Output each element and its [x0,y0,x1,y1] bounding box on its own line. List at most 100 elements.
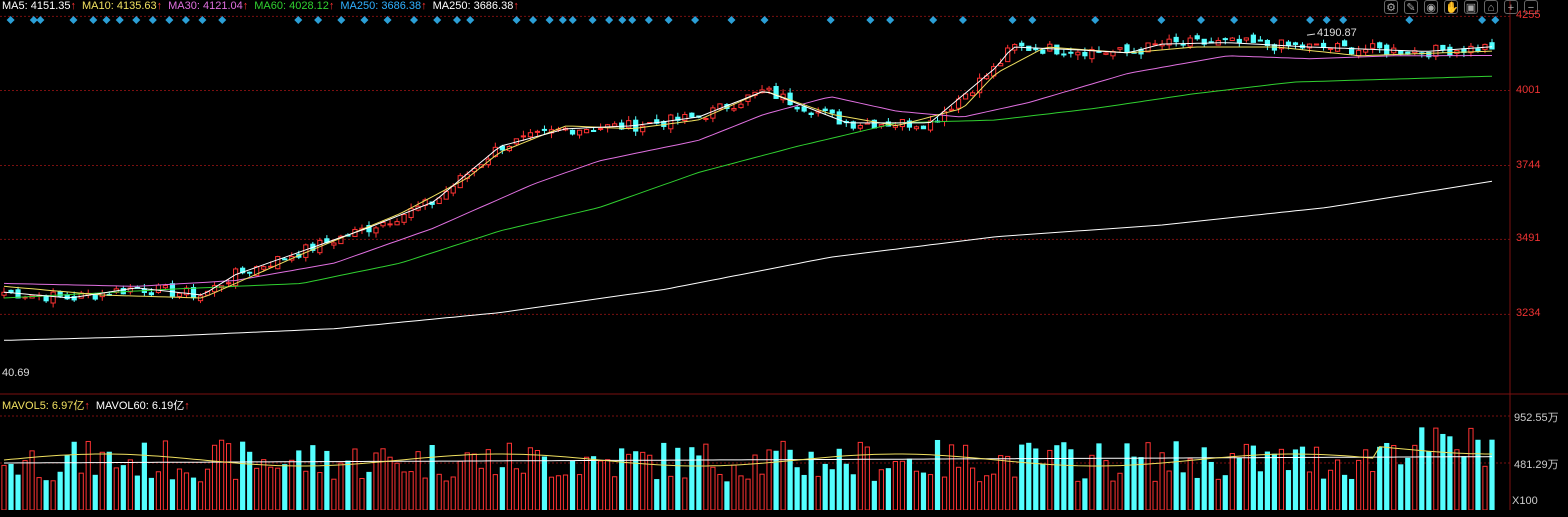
candle-body [822,108,828,112]
eye-icon[interactable]: ◉ [1424,0,1438,14]
pen-icon[interactable]: ✎ [1404,0,1418,14]
volume-bar [15,474,21,511]
volume-bar [1398,464,1404,511]
volume-bar [689,447,695,511]
signal-marker [198,16,207,24]
bottom-status-strip [0,510,1568,517]
ma-legend: MA5: 4151.35↑ MA10: 4135.63↑ MA30: 4121.04… [2,0,525,12]
candle-body [1250,34,1256,43]
volume-bar [8,463,14,511]
volume-bar [871,480,877,511]
candle-body [1124,44,1130,53]
signal-marker [115,16,124,24]
candle-body [225,282,232,285]
signal-marker [1230,16,1239,24]
lock-icon[interactable]: ▣ [1464,0,1478,14]
volume-bar [969,467,976,511]
volume-bar [324,450,330,511]
signal-marker [618,16,627,24]
signal-marker [1322,16,1331,24]
volume-bar [408,471,414,511]
volume-bar [1040,463,1046,511]
legend-label: MA5: 4151.35 [2,0,71,12]
candlestick-chart[interactable] [0,0,1568,517]
candle-body [1475,48,1481,52]
candle-body [920,125,927,130]
volume-bar [724,481,730,511]
volume-bar [1215,478,1221,511]
volume-bar [261,459,267,511]
volume-bar [948,444,955,511]
legend-arrow: ↑ [184,400,190,412]
volume-bar [1285,470,1292,511]
price-tick-label: 4255 [1516,9,1541,22]
candle-body [1243,37,1249,41]
volume-bar [1356,459,1362,511]
home-icon[interactable]: ⌂ [1484,0,1498,14]
volume-bar [457,460,463,511]
signal-marker [1157,16,1166,24]
volume-bar [576,474,583,511]
volume-tick-label: 481.29万 [1514,459,1559,471]
volume-bar [394,462,400,511]
signal-marker [218,16,227,24]
volume-bar [731,464,737,511]
signal-marker [644,16,653,24]
legend-label: MAVOL5: 6.97亿 [2,400,85,412]
volume-bar [885,468,891,511]
ma5-line [3,42,1493,299]
volume-bar [492,474,498,511]
volume-bar [1166,470,1172,511]
volume-bar [1047,449,1053,511]
volume-bar [850,474,856,511]
ma250-line [3,180,1493,341]
low-annotation: 40.69 [2,367,30,379]
candle-body [857,124,863,129]
legend-arrow: ↑ [84,400,90,412]
volume-bar [289,459,295,511]
candle-body [527,132,534,138]
candle-body [162,285,169,289]
volume-bar [661,442,667,511]
settings-icon[interactable]: ⚙ [1384,0,1398,14]
volume-bar [1482,465,1488,511]
candle-body [836,111,842,125]
candle-body [948,108,955,112]
candle-body [1229,37,1235,42]
candle-body [1489,42,1495,50]
volume-bar [520,472,527,511]
volume-bar [387,456,393,511]
volume-bar [991,473,997,511]
legend-entry: MAVOL5: 6.97亿↑ [2,400,90,412]
volume-bar [878,469,884,511]
legend-arrow: ↑ [242,0,249,12]
signal-marker [1306,16,1315,24]
volume-bar [331,478,337,511]
volume-bar [22,460,28,511]
volume-bar [71,441,77,511]
volume-bar [927,474,934,511]
signal-marker [433,16,442,24]
volume-bar [941,476,948,511]
volume-bar [619,448,625,511]
volume-bar [254,467,260,511]
candle-body [1356,49,1362,57]
hand-icon[interactable]: ✋ [1444,0,1459,14]
volume-bar [955,466,962,511]
candle-body [1447,46,1453,56]
volume-legend: MAVOL5: 6.97亿↑ MAVOL60: 6.19亿↑ [2,397,196,413]
volume-bar [204,468,211,511]
volume-bar [1012,476,1018,511]
candle-body [541,128,548,131]
volume-bar [984,475,990,511]
volume-bar [190,477,197,511]
legend-label: MA10: 4135.63 [82,0,157,12]
volume-bar [1412,444,1418,511]
volume-bar [562,474,569,511]
candle-body [1257,39,1263,42]
volume-bar [836,448,842,511]
candle-body [794,106,800,110]
volume-bar [822,463,828,511]
volume-bar [1292,449,1299,511]
signal-marker [929,16,938,24]
